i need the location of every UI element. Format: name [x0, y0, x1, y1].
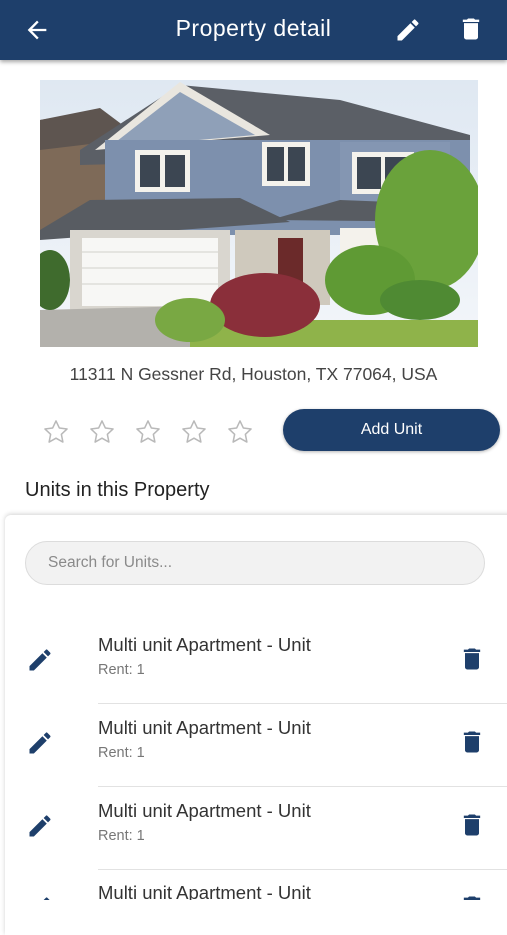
star-outline-icon[interactable]	[42, 418, 70, 446]
unit-list-item[interactable]: Multi unit Apartment - Unit	[0, 870, 507, 900]
delete-unit-icon[interactable]	[458, 811, 486, 839]
star-outline-icon[interactable]	[226, 418, 254, 446]
unit-list-item[interactable]: Multi unit Apartment - Unit Rent: 1	[0, 788, 507, 870]
unit-rent: Rent: 1	[98, 662, 145, 678]
edit-unit-icon[interactable]	[26, 729, 54, 757]
unit-rent: Rent: 1	[98, 828, 145, 844]
divider	[98, 786, 507, 787]
unit-rent: Rent: 1	[98, 745, 145, 761]
delete-unit-icon[interactable]	[458, 645, 486, 673]
app-bar: Property detail	[0, 0, 507, 60]
unit-list-item[interactable]: Multi unit Apartment - Unit Rent: 1	[0, 622, 507, 704]
star-outline-icon[interactable]	[134, 418, 162, 446]
unit-title: Multi unit Apartment - Unit	[98, 800, 311, 821]
star-outline-icon[interactable]	[180, 418, 208, 446]
edit-property-icon[interactable]	[394, 16, 422, 44]
property-address: 11311 N Gessner Rd, Houston, TX 77064, U…	[69, 364, 438, 384]
unit-list-item[interactable]: Multi unit Apartment - Unit Rent: 1	[0, 705, 507, 787]
property-photo	[40, 80, 478, 347]
edit-unit-icon[interactable]	[26, 812, 54, 840]
unit-title: Multi unit Apartment - Unit	[98, 634, 311, 655]
divider	[98, 703, 507, 704]
delete-unit-icon[interactable]	[458, 728, 486, 756]
unit-title: Multi unit Apartment - Unit	[98, 717, 311, 738]
search-units-input[interactable]	[25, 541, 485, 585]
star-outline-icon[interactable]	[88, 418, 116, 446]
edit-unit-icon[interactable]	[26, 894, 54, 900]
units-section-title: Units in this Property	[25, 479, 210, 501]
page-title: Property detail	[175, 15, 332, 41]
delete-property-icon[interactable]	[457, 15, 485, 43]
unit-title: Multi unit Apartment - Unit	[98, 882, 311, 900]
delete-unit-icon[interactable]	[458, 893, 486, 900]
add-unit-button[interactable]: Add Unit	[283, 409, 500, 451]
edit-unit-icon[interactable]	[26, 646, 54, 674]
